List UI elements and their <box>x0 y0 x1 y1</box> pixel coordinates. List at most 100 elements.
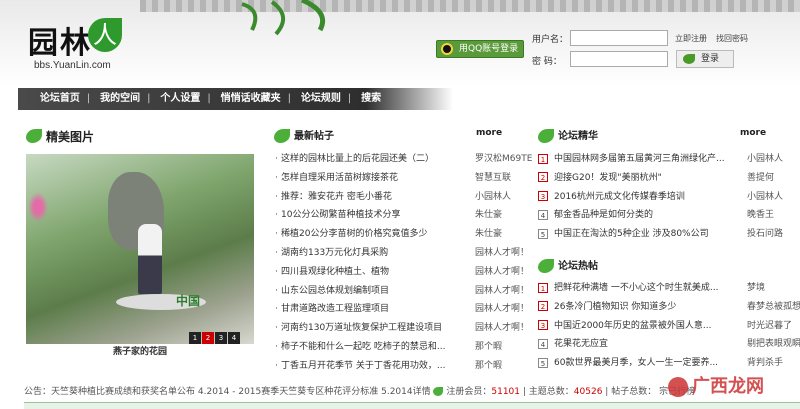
notice-prefix: 公告： <box>24 387 52 397</box>
post-author[interactable]: 背判杀手 <box>747 354 783 373</box>
post-author[interactable]: 小园林人 <box>747 188 783 207</box>
list-item[interactable]: · 稀植20公分李苗树的价格究竟值多少 朱仕豪 <box>275 225 540 244</box>
list-item[interactable]: · 甘肃道路改造工程监理项目 园林人才啊！ <box>275 300 540 319</box>
post-author[interactable]: 那个暇 <box>475 357 502 376</box>
post-title[interactable]: 60款世界最美月季，女人一生一定要养... <box>554 354 732 373</box>
nav-settings[interactable]: 个人设置 <box>153 88 207 110</box>
list-item[interactable]: 5 中国正在淘汰的5种企业 涉及80%公司 投石问路 <box>538 225 796 244</box>
username-label: 用户名： <box>532 35 569 45</box>
register-link[interactable]: 立即注册 <box>675 33 707 44</box>
post-title[interactable]: 中国园林网多届第五届黄河三角洲绿化产... <box>554 150 732 169</box>
pager-2[interactable]: 2 <box>202 332 214 344</box>
post-title[interactable]: 2016杭州元成文化传媒春季培训 <box>554 188 732 207</box>
username-input[interactable] <box>570 30 668 46</box>
post-author[interactable]: 梦境 <box>747 279 765 298</box>
post-author[interactable]: 朱仕豪 <box>475 225 502 244</box>
list-item[interactable]: 1 中国园林网多届第五届黄河三角洲绿化产... 小园林人 <box>538 150 796 169</box>
post-title[interactable]: 把鲜花种满墙 一不小心这个时生就美成... <box>554 279 732 298</box>
rank-number: 4 <box>538 338 548 349</box>
rank-number: 2 <box>538 301 548 312</box>
post-title[interactable]: 中国正在淘汰的5种企业 涉及80%公司 <box>554 225 732 244</box>
pager-4[interactable]: 4 <box>228 332 240 344</box>
list-item[interactable]: · 湖南约133万元化灯具采购 园林人才啊！ <box>275 244 540 263</box>
post-title[interactable]: 花果花无应宜 <box>554 335 732 354</box>
post-author[interactable]: 智慧互联 <box>475 169 511 188</box>
post-author[interactable]: 那个暇 <box>475 338 502 357</box>
password-input[interactable] <box>570 51 668 67</box>
list-item[interactable]: 4 花果花无应宜剔把表眼观瞬夜受 <box>538 335 800 354</box>
post-title[interactable]: 山东公园总体规划编制项目 <box>281 282 471 301</box>
post-title[interactable]: 推荐：雅安花卉 密毛小番花 <box>281 188 471 207</box>
list-item[interactable]: · 这样的园林比量上的后花园还美（二） 罗汉松M69TE <box>275 150 540 169</box>
list-item[interactable]: · 10公分公砌繁苗种植技术分享 朱仕豪 <box>275 206 540 225</box>
password-label: 密 码： <box>532 57 562 67</box>
latest-more-link[interactable]: more <box>476 128 502 138</box>
list-item[interactable]: 3 2016杭州元成文化传媒春季培训 小园林人 <box>538 188 796 207</box>
nav-rules[interactable]: 论坛规则 <box>294 88 348 110</box>
post-author[interactable]: 小园林人 <box>747 150 783 169</box>
list-item[interactable]: 2 26条冷门植物知识 你知道多少春梦总被孤想醒 <box>538 298 800 317</box>
topics-label: 主题总数： <box>528 387 574 397</box>
nav-messages[interactable]: 悄悄话收藏夹 <box>214 88 288 110</box>
post-title[interactable]: 甘肃道路改造工程监理项目 <box>281 300 471 319</box>
post-title[interactable]: 10公分公砌繁苗种植技术分享 <box>281 206 471 225</box>
hot-title: 论坛热帖 <box>538 258 598 276</box>
list-item[interactable]: 5 60款世界最美月季，女人一生一定要养... 背判杀手 <box>538 354 796 373</box>
leaf-icon <box>683 54 695 64</box>
post-title[interactable]: 郁金香品种是如何分类的 <box>554 206 732 225</box>
post-author[interactable]: 善提何 <box>747 169 774 188</box>
featured-title: 精美图片 <box>26 128 94 146</box>
post-title[interactable]: 26条冷门植物知识 你知道多少 <box>554 298 732 317</box>
login-button[interactable]: 登录 <box>676 50 734 68</box>
list-item[interactable]: 1 把鲜花种满墙 一不小心这个时生就美成... 梦境 <box>538 279 796 298</box>
post-author[interactable]: 园林人才啊！ <box>475 319 529 338</box>
photo-caption[interactable]: 燕子家的花园 <box>26 344 254 360</box>
notice-text[interactable]: 天竺葵种植比赛成绩和获奖名单公布 4.2014 - 2015赛季天竺葵专区种花评… <box>51 387 431 397</box>
forgot-password-link[interactable]: 找回密码 <box>716 33 748 44</box>
posts-label: 帖子总数： <box>611 387 657 397</box>
post-title[interactable]: 湖南约133万元化灯具采购 <box>281 244 471 263</box>
list-item[interactable]: · 河南约130万道址恢复保护工程建设项目 园林人才啊！ <box>275 319 540 338</box>
post-title[interactable]: 河南约130万道址恢复保护工程建设项目 <box>281 319 471 338</box>
list-item[interactable]: 2 迎接G20！发现"美丽杭州" 善提何 <box>538 169 796 188</box>
post-author[interactable]: 晚香王 <box>747 206 774 225</box>
post-title[interactable]: 丁香五月开花季节 关于丁香花用功效，... <box>281 357 471 376</box>
list-item[interactable]: · 推荐：雅安花卉 密毛小番花 小园林人 <box>275 188 540 207</box>
pager-3[interactable]: 3 <box>215 332 227 344</box>
post-author[interactable]: 园林人才啊！ <box>475 300 529 319</box>
post-author[interactable]: 园林人才啊！ <box>475 263 529 282</box>
post-author[interactable]: 时光迟暮了 <box>747 317 792 336</box>
post-title[interactable]: 四川县观绿化种植土、植物 <box>281 263 471 282</box>
post-title[interactable]: 这样的园林比量上的后花园还美（二） <box>281 150 471 169</box>
post-author[interactable]: 园林人才啊！ <box>475 282 529 301</box>
post-author[interactable]: 朱仕豪 <box>475 206 502 225</box>
site-logo[interactable]: 园林人 bbs.YuanLin.com <box>28 18 122 71</box>
main-nav: 论坛首页 | 我的空间 | 个人设置 | 悄悄话收藏夹 | 论坛规则 | 搜索 <box>18 88 453 110</box>
post-author[interactable]: 春梦总被孤想醒 <box>747 298 800 317</box>
post-author[interactable]: 罗汉松M69TE <box>475 150 532 169</box>
post-author[interactable]: 剔把表眼观瞬夜受 <box>747 335 800 354</box>
essence-more-link[interactable]: more <box>740 128 766 138</box>
list-item[interactable]: · 山东公园总体规划编制项目 园林人才啊！ <box>275 282 540 301</box>
list-item[interactable]: · 四川县观绿化种植土、植物 园林人才啊！ <box>275 263 540 282</box>
list-item[interactable]: · 怎样自理采用活苗树嫁接茶花 智慧互联 <box>275 169 540 188</box>
nav-search[interactable]: 搜索 <box>354 88 388 110</box>
post-author[interactable]: 园林人才啊！ <box>475 244 529 263</box>
post-author[interactable]: 小园林人 <box>475 188 511 207</box>
post-title[interactable]: 中国近2000年历史的盆景被外国人意... <box>554 317 732 336</box>
list-item[interactable]: · 柿子不能和什么一起吃 吃柿子的禁忌和... 那个暇 <box>275 338 540 357</box>
post-title[interactable]: 迎接G20！发现"美丽杭州" <box>554 169 732 188</box>
post-author[interactable]: 投石问路 <box>747 225 783 244</box>
qq-login-button[interactable]: 用QQ账号登录 <box>436 40 524 58</box>
nav-my-space[interactable]: 我的空间 <box>93 88 147 110</box>
list-item[interactable]: 4 郁金香品种是如何分类的 晚香王 <box>538 206 796 225</box>
leaf-icon <box>538 129 554 143</box>
nav-home[interactable]: 论坛首页 <box>33 88 87 110</box>
pager-1[interactable]: 1 <box>189 332 201 344</box>
list-item[interactable]: · 丁香五月开花季节 关于丁香花用功效，... 那个暇 <box>275 357 540 376</box>
featured-photo[interactable]: 中国 <box>26 154 254 344</box>
post-title[interactable]: 柿子不能和什么一起吃 吃柿子的禁忌和... <box>281 338 471 357</box>
post-title[interactable]: 怎样自理采用活苗树嫁接茶花 <box>281 169 471 188</box>
list-item[interactable]: 3 中国近2000年历史的盆景被外国人意... 时光迟暮了 <box>538 317 796 336</box>
post-title[interactable]: 稀植20公分李苗树的价格究竟值多少 <box>281 225 471 244</box>
